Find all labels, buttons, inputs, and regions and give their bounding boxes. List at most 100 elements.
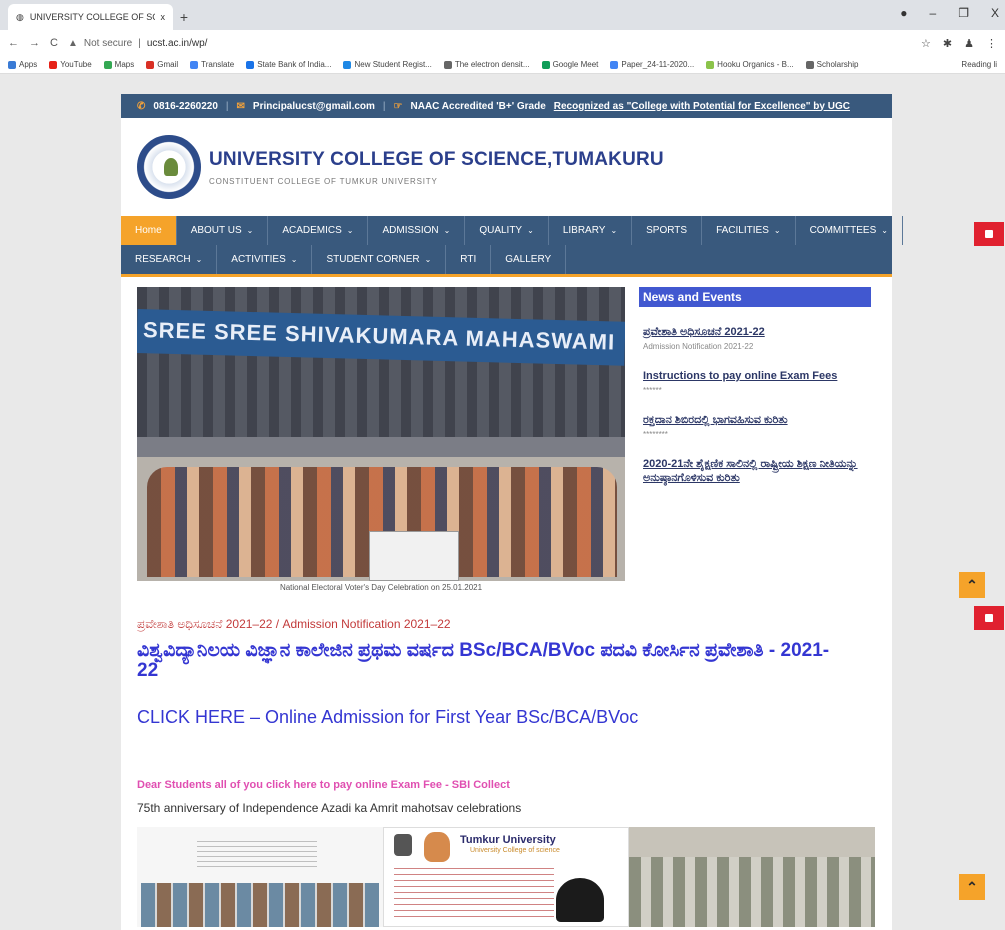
tab-title: UNIVERSITY COLLEGE OF SCIEN [29, 12, 155, 22]
main-nav: Home ABOUT US ⌄ ACADEMICS ⌄ ADMISSION ⌄ QUALITY… [121, 216, 903, 274]
chevron-down-icon: ⌄ [246, 226, 254, 235]
nav-item-library[interactable]: LIBRARY ⌄ [549, 216, 633, 245]
news-subtitle: Admission Notification 2021-22 [643, 341, 754, 351]
nav-item-research[interactable]: RESEARCH ⌄ [121, 245, 218, 274]
bookmark-icon [443, 60, 452, 69]
bookmark-icon [541, 60, 550, 69]
phone-number: 0816-2260220 [153, 100, 218, 112]
browser-tab[interactable]: ◍ UNIVERSITY COLLEGE OF SCIEN x [8, 4, 173, 30]
main-content: SREE SREE SHIVAKUMARA MAHASWAMI National… [121, 277, 892, 927]
chevron-down-icon: ⌄ [527, 226, 534, 235]
close-tab-icon[interactable]: x [161, 12, 166, 22]
college-logo-icon[interactable] [137, 135, 201, 199]
chevron-down-icon: ⌄ [290, 255, 298, 264]
back-icon[interactable]: ← [8, 37, 19, 49]
bookmark-item[interactable]: State Bank of India... [246, 60, 331, 69]
gallery-image-1[interactable] [137, 827, 383, 927]
nav-row-2: RESEARCH ⌄ ACTIVITIES ⌄ STUDENT CORNER ⌄ RTI GA… [121, 245, 892, 274]
online-admission-link[interactable]: CLICK HERE – Online Admission for First … [137, 707, 638, 728]
bookmark-item[interactable]: New Student Regist... [343, 60, 432, 69]
award-icon: ☞ [393, 100, 403, 112]
restore-button[interactable]: ❐ [958, 6, 969, 20]
warning-icon: ▲ [67, 37, 78, 49]
exam-fee-link[interactable]: Dear Students all of you click here to p… [137, 779, 510, 791]
news-link[interactable]: ರಕ್ತದಾನ ಶಿಬಿರದಲ್ಲಿ ಭಾಗವಹಿಸುವ ಕುರಿತು [643, 413, 871, 428]
not-secure-label: Not secure [83, 37, 133, 49]
chevron-down-icon: ⌄ [773, 226, 781, 235]
admission-title[interactable]: ವಿಶ್ವವಿದ್ಯಾನಿಲಯ ವಿಜ್ಞಾನ ಕಾಲೇಜಿನ ಪ್ರಥಮ ವರ… [137, 641, 837, 681]
nav-item-activities[interactable]: ACTIVITIES ⌄ [217, 245, 313, 274]
admission-notice[interactable]: ಪ್ರವೇಶಾತಿ ಅಧಿಸೂಚನೆ 2021–22 / Admission N… [137, 617, 451, 632]
globe-icon: ◍ [16, 11, 24, 22]
college-title[interactable]: UNIVERSITY COLLEGE OF SCIENCE,TUMAKURU [209, 149, 664, 171]
window-controls: ● – ❐ X [900, 6, 999, 20]
bookmark-icon [706, 60, 715, 69]
bookmark-item[interactable]: Maps [103, 60, 134, 69]
nav-item-rti[interactable]: RTI [446, 245, 492, 274]
bookmark-icon [610, 60, 619, 69]
url-text[interactable]: ucst.ac.in/wp/ [147, 38, 208, 49]
forward-icon[interactable]: → [29, 37, 40, 49]
chevron-down-icon: ⌄ [195, 255, 203, 264]
bookmark-item[interactable]: The electron densit... [443, 60, 530, 69]
bookmark-item[interactable]: Translate [190, 60, 234, 69]
bookmark-item[interactable]: Hooku Organics - B... [706, 60, 794, 69]
reading-list[interactable]: Reading li [961, 60, 997, 69]
email-link[interactable]: Principalucst@gmail.com [253, 101, 375, 112]
gallery-image-2[interactable]: Tumkur University University College of … [383, 827, 629, 927]
star-icon[interactable]: ☆ [921, 37, 931, 50]
close-window-button[interactable]: X [991, 6, 999, 20]
menu-icon[interactable]: ⋮ [986, 37, 997, 50]
scroll-top-button-2[interactable]: ⌃ [959, 874, 985, 900]
chevron-down-icon: ⌄ [443, 226, 451, 235]
news-subtitle: ******** [643, 429, 668, 439]
bookmark-item[interactable]: Apps [8, 60, 37, 69]
profile-icon[interactable]: ● [900, 6, 907, 20]
news-link[interactable]: ಪ್ರವೇಶಾತಿ ಅಧಿಸೂಚನೆ 2021-22 [643, 325, 871, 340]
bookmark-icon [343, 60, 352, 69]
news-item: ರಕ್ತದಾನ ಶಿಬಿರದಲ್ಲಿ ಭಾಗವಹಿಸುವ ಕುರಿತು *****… [639, 413, 871, 439]
tab-bar: ◍ UNIVERSITY COLLEGE OF SCIEN x + ● – ❐ … [0, 0, 1005, 30]
nav-item-admission[interactable]: ADMISSION ⌄ [368, 216, 466, 245]
chevron-down-icon: ⌄ [346, 226, 354, 235]
bookmark-icon [246, 60, 255, 69]
scroll-top-button[interactable]: ⌃ [959, 572, 985, 598]
side-pdf-button-2[interactable] [974, 606, 1004, 630]
nav-item-gallery[interactable]: GALLERY [491, 245, 567, 274]
nav-item-student-corner[interactable]: STUDENT CORNER ⌄ [312, 245, 447, 274]
nav-item-committees[interactable]: COMMITTEES ⌄ [796, 216, 903, 245]
bookmark-item[interactable]: Paper_24-11-2020... [610, 60, 694, 69]
side-pdf-button[interactable] [974, 222, 1004, 246]
anniversary-heading: 75th anniversary of Independence Azadi k… [137, 801, 522, 815]
nav-item-quality[interactable]: QUALITY ⌄ [465, 216, 549, 245]
extensions-icon[interactable]: ✱ [943, 37, 952, 50]
news-link[interactable]: 2020-21ನೇ ಶೈಕ್ಷಣಿಕ ಸಾಲಿನಲ್ಲಿ ರಾಷ್ಟ್ರೀಯ ಶ… [643, 457, 871, 487]
nav-item-facilities[interactable]: FACILITIES ⌄ [702, 216, 796, 245]
bookmark-icon [8, 60, 16, 69]
bookmarks-bar: Apps YouTube Maps Gmail Translate State Bank … [0, 56, 1005, 74]
new-tab-button[interactable]: + [173, 4, 195, 30]
url-field[interactable]: ▲ Not secure | ucst.ac.in/wp/ [68, 38, 911, 49]
chevron-down-icon: ⌄ [610, 226, 618, 235]
reload-icon[interactable]: C [50, 37, 58, 49]
college-subtitle: CONSTITUENT COLLEGE OF TUMKUR UNIVERSITY [209, 176, 438, 186]
nav-item-academics[interactable]: ACADEMICS ⌄ [268, 216, 369, 245]
page-viewport: ✆ 0816-2260220 | ✉ Principalucst@gmail.c… [0, 74, 1005, 930]
mail-icon: ✉ [236, 100, 245, 112]
hero-photo[interactable]: SREE SREE SHIVAKUMARA MAHASWAMI [137, 287, 625, 581]
bookmark-item[interactable]: Google Meet [541, 60, 598, 69]
bookmark-item[interactable]: Scholarship [805, 60, 858, 69]
document-icon [985, 230, 993, 238]
bookmark-item[interactable]: YouTube [49, 60, 92, 69]
news-link[interactable]: Instructions to pay online Exam Fees [643, 369, 871, 384]
gallery-brand: Tumkur University [460, 834, 556, 846]
ugc-link[interactable]: Recognized as "College with Potential fo… [554, 101, 850, 112]
account-icon[interactable]: ♟ [964, 37, 974, 50]
bookmark-item[interactable]: Gmail [146, 60, 178, 69]
gallery-image-3[interactable] [629, 827, 875, 927]
nav-item-sports[interactable]: SPORTS [632, 216, 703, 245]
nav-item-about-us[interactable]: ABOUT US ⌄ [177, 216, 269, 245]
gallery-strip: Tumkur University University College of … [137, 827, 875, 927]
minimize-button[interactable]: – [930, 6, 937, 20]
nav-item-home[interactable]: Home [121, 216, 177, 245]
